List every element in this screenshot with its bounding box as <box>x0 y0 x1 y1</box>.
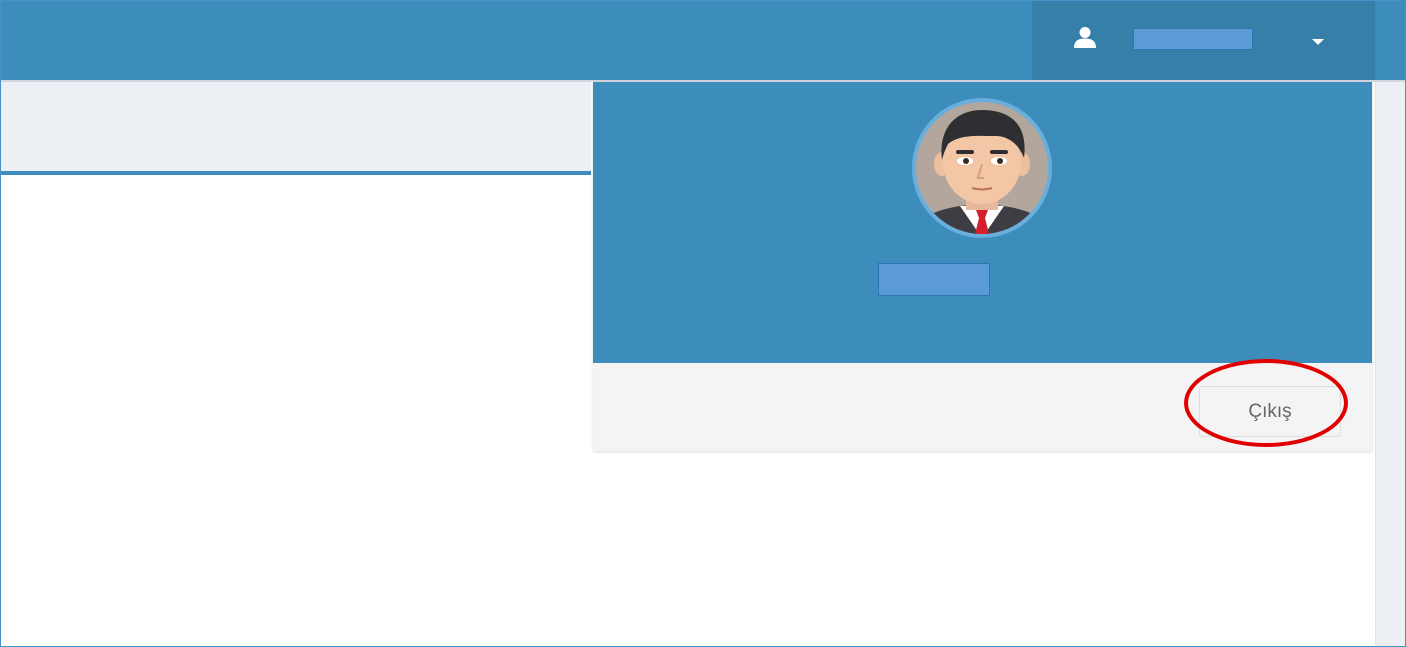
username-redacted <box>1133 28 1253 50</box>
user-dropdown-header <box>593 82 1372 363</box>
right-scroll-strip <box>1375 82 1405 646</box>
user-dropdown-menu: Çıkış <box>593 82 1372 451</box>
user-dropdown-footer: Çıkış <box>593 363 1372 451</box>
profile-name-redacted <box>878 263 990 296</box>
user-icon <box>1074 27 1096 48</box>
logout-button[interactable]: Çıkış <box>1199 386 1341 437</box>
content-header <box>1 82 591 172</box>
avatar <box>912 98 1052 238</box>
caret-down-icon[interactable] <box>1312 39 1324 45</box>
app-window: Çıkış <box>0 0 1406 647</box>
